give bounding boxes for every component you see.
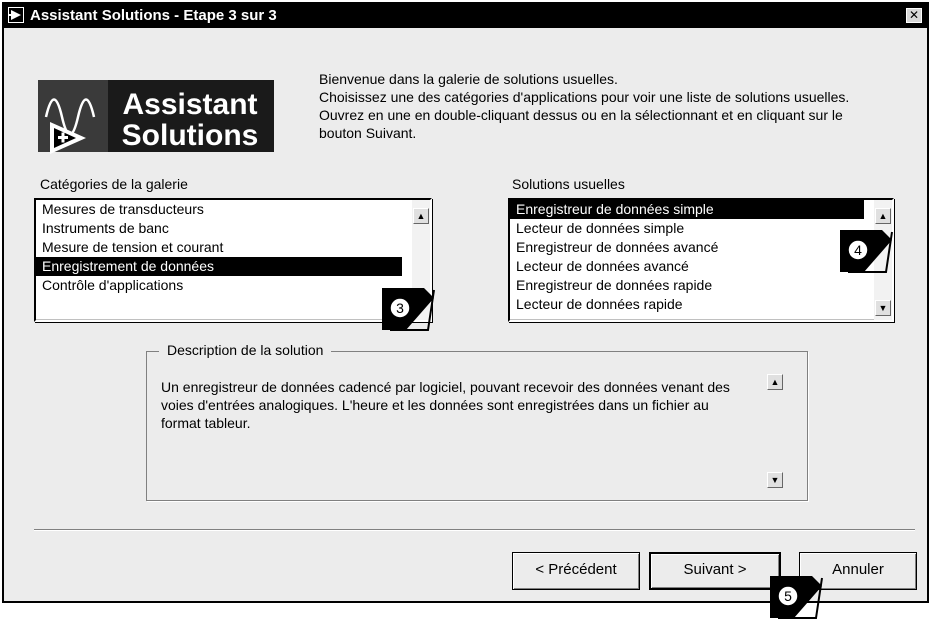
category-item[interactable]: Mesures de transducteurs — [36, 200, 430, 219]
solutions-label: Solutions usuelles — [512, 176, 625, 192]
logo-line2: Solutions — [122, 119, 259, 152]
scroll-up-icon[interactable]: ▲ — [413, 208, 429, 224]
welcome-text: Bienvenue dans la galerie de solutions u… — [319, 70, 879, 142]
previous-button[interactable]: < Précédent — [512, 552, 640, 590]
next-button[interactable]: Suivant > — [649, 552, 781, 590]
solution-item[interactable]: Lecteur de données rapide — [510, 295, 892, 314]
app-icon — [8, 7, 24, 23]
callout-number: 5 — [784, 588, 792, 604]
title-bar: Assistant Solutions - Etape 3 sur 3 ✕ — [4, 4, 927, 28]
welcome-line2: Choisissez une des catégories d'applicat… — [319, 89, 850, 141]
scroll-up-icon[interactable]: ▲ — [875, 208, 891, 224]
divider — [34, 529, 915, 531]
categories-listbox[interactable]: Mesures de transducteurs Instruments de … — [34, 198, 432, 322]
solutions-listbox[interactable]: Enregistreur de données simple Lecteur d… — [508, 198, 894, 322]
logo-line1: Assistant — [122, 88, 257, 121]
solution-item-selected[interactable]: Enregistreur de données simple — [510, 200, 864, 219]
callout-number: 4 — [854, 242, 862, 258]
callout-3: 3 — [380, 284, 436, 332]
description-legend: Description de la solution — [159, 342, 332, 358]
callout-5: 5 — [768, 572, 824, 620]
solution-item[interactable]: Lecteur de données simple — [510, 219, 892, 238]
description-text: Un enregistreur de données cadencé par l… — [161, 379, 730, 431]
callout-4: 4 — [838, 226, 894, 274]
wizard-window: Assistant Solutions - Etape 3 sur 3 ✕ As… — [2, 2, 929, 603]
description-group: Description de la solution Un enregistre… — [146, 342, 808, 501]
window-title: Assistant Solutions - Etape 3 sur 3 — [30, 7, 277, 24]
scroll-down-icon[interactable]: ▼ — [767, 472, 783, 488]
categories-label: Catégories de la galerie — [40, 176, 188, 192]
scroll-down-icon[interactable]: ▼ — [875, 300, 891, 316]
category-item[interactable]: Instruments de banc — [36, 219, 430, 238]
category-item[interactable]: Contrôle d'applications — [36, 276, 430, 295]
solution-item[interactable]: Enregistreur de données rapide — [510, 276, 892, 295]
close-icon[interactable]: ✕ — [906, 8, 922, 23]
solution-item[interactable]: Enregistreur de données avancé — [510, 238, 892, 257]
category-item-selected[interactable]: Enregistrement de données — [36, 257, 402, 276]
callout-number: 3 — [396, 300, 404, 316]
solution-item[interactable]: Lecteur de données avancé — [510, 257, 892, 276]
assistant-solutions-logo: Assistant Solutions — [32, 62, 280, 162]
welcome-line1: Bienvenue dans la galerie de solutions u… — [319, 71, 618, 87]
category-item[interactable]: Mesure de tension et courant — [36, 238, 430, 257]
scroll-up-icon[interactable]: ▲ — [767, 374, 783, 390]
